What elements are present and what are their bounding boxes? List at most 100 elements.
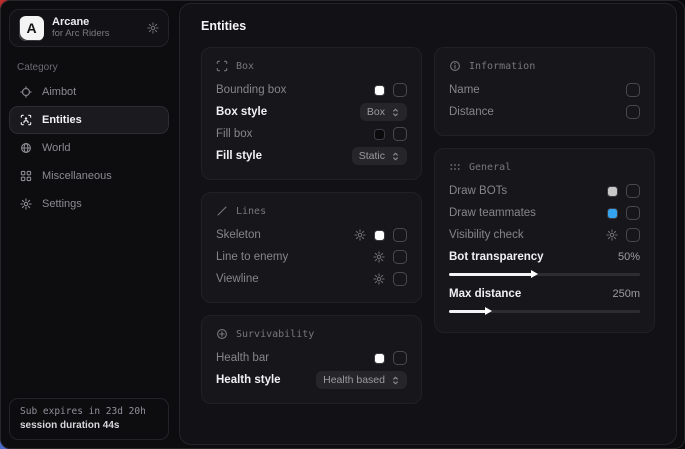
health-bar-color-swatch[interactable] — [374, 353, 385, 364]
sidebar-item-world[interactable]: World — [9, 134, 169, 162]
setting-label: Visibility check — [449, 229, 606, 241]
sidebar-item-aimbot[interactable]: Aimbot — [9, 78, 169, 106]
slider-track[interactable] — [449, 273, 640, 276]
setting-label: Draw teammates — [449, 207, 607, 219]
setting-row-bot-transparency: Bot transparency50% — [449, 246, 640, 268]
panel-header: Information — [449, 60, 640, 72]
setting-row-distance: Distance — [449, 101, 640, 123]
setting-label: Distance — [449, 106, 626, 118]
draw-bots-color-swatch[interactable] — [607, 186, 618, 197]
fill-box-checkbox[interactable] — [393, 127, 407, 141]
settings-column: Information Name Distance General Draw BOTs D… — [434, 47, 655, 404]
sidebar: A Arcane for Arc Riders Category AimbotE… — [1, 1, 177, 448]
setting-label: Fill style — [216, 150, 352, 162]
globe-icon — [20, 142, 32, 154]
row-controls: Box — [360, 103, 407, 121]
survivability-icon — [216, 328, 228, 340]
slider-handle[interactable] — [531, 270, 538, 278]
health-style-dropdown[interactable]: Health based — [316, 371, 407, 389]
brand-text: Arcane for Arc Riders — [52, 16, 110, 40]
viewline-checkbox[interactable] — [393, 272, 407, 286]
skeleton-checkbox[interactable] — [393, 228, 407, 242]
app-window: A Arcane for Arc Riders Category AimbotE… — [0, 0, 685, 449]
main-panel: Entities BoxBounding boxBox styleBoxFill… — [179, 3, 677, 445]
row-controls: Health based — [316, 371, 407, 389]
dropdown-value: Box — [367, 106, 385, 118]
bot-transparency-slider[interactable] — [449, 268, 640, 280]
setting-row-bounding-box: Bounding box — [216, 79, 407, 101]
max-distance-value: 250m — [612, 288, 640, 300]
draw-teammates-checkbox[interactable] — [626, 206, 640, 220]
sidebar-item-entities[interactable]: Entities — [9, 106, 169, 134]
settings-columns: BoxBounding boxBox styleBoxFill boxFill … — [201, 47, 655, 404]
gear-icon — [20, 198, 32, 210]
setting-row-visibility-check: Visibility check — [449, 224, 640, 246]
panel-information: Information Name Distance — [434, 47, 655, 136]
visibility-check-checkbox[interactable] — [626, 228, 640, 242]
line-to-enemy-gear-icon[interactable] — [373, 251, 385, 263]
setting-row-draw-teammates: Draw teammates — [449, 202, 640, 224]
unfold-icon — [391, 107, 400, 118]
setting-row-line-to-enemy: Line to enemy — [216, 246, 407, 268]
sidebar-item-settings[interactable]: Settings — [9, 190, 169, 218]
app-name: Arcane — [52, 16, 110, 29]
setting-label: Health style — [216, 374, 316, 386]
scan-person-icon — [20, 114, 32, 126]
panel-lines: LinesSkeletonLine to enemyViewline — [201, 192, 422, 303]
slider-handle[interactable] — [485, 307, 492, 315]
skeleton-color-swatch[interactable] — [374, 230, 385, 241]
bot-transparency-value: 50% — [618, 251, 640, 263]
panel-survivability: SurvivabilityHealth barHealth styleHealt… — [201, 315, 422, 404]
dropdown-value: Static — [359, 150, 385, 162]
skeleton-gear-icon[interactable] — [354, 229, 366, 241]
draw-bots-checkbox[interactable] — [626, 184, 640, 198]
slider-track[interactable] — [449, 310, 640, 313]
row-controls — [626, 105, 640, 119]
visibility-check-gear-icon[interactable] — [606, 229, 618, 241]
row-controls — [373, 250, 407, 264]
draw-teammates-color-swatch[interactable] — [607, 208, 618, 219]
setting-row-viewline: Viewline — [216, 268, 407, 290]
page-title: Entities — [201, 19, 655, 33]
setting-row-health-style: Health styleHealth based — [216, 369, 407, 391]
slider-fill — [449, 273, 533, 276]
panel-header: Box — [216, 60, 407, 72]
name-checkbox[interactable] — [626, 83, 640, 97]
sidebar-item-label: Aimbot — [42, 86, 76, 98]
gear-icon[interactable] — [147, 22, 159, 34]
scan-brackets-icon — [216, 60, 228, 72]
info-icon — [449, 60, 461, 72]
sidebar-item-label: World — [42, 142, 71, 154]
setting-label: Bot transparency — [449, 251, 618, 263]
bounding-box-checkbox[interactable] — [393, 83, 407, 97]
subscription-card: Sub expires in 23d 20h session duration … — [9, 398, 169, 440]
line-to-enemy-checkbox[interactable] — [393, 250, 407, 264]
setting-row-box-style: Box styleBox — [216, 101, 407, 123]
setting-row-fill-box: Fill box — [216, 123, 407, 145]
panel-header: General — [449, 161, 640, 173]
row-controls — [607, 184, 640, 198]
health-bar-checkbox[interactable] — [393, 351, 407, 365]
panel-title: General — [469, 162, 511, 173]
sidebar-nav: Aimbot Entities World Miscellaneous Settings — [9, 78, 169, 218]
fill-style-dropdown[interactable]: Static — [352, 147, 407, 165]
setting-label: Health bar — [216, 352, 374, 364]
setting-row-name: Name — [449, 79, 640, 101]
line-icon — [216, 205, 228, 217]
panel-header: Lines — [216, 205, 407, 217]
grid-icon — [20, 170, 32, 182]
sidebar-item-miscellaneous[interactable]: Miscellaneous — [9, 162, 169, 190]
box-style-dropdown[interactable]: Box — [360, 103, 407, 121]
sidebar-item-label: Settings — [42, 198, 82, 210]
app-subtitle: for Arc Riders — [52, 29, 110, 40]
viewline-gear-icon[interactable] — [373, 273, 385, 285]
setting-label: Bounding box — [216, 84, 374, 96]
unfold-icon — [391, 151, 400, 162]
distance-checkbox[interactable] — [626, 105, 640, 119]
crosshair-icon — [20, 86, 32, 98]
bounding-box-color-swatch[interactable] — [374, 85, 385, 96]
max-distance-slider[interactable] — [449, 305, 640, 317]
fill-box-color-swatch[interactable] — [374, 129, 385, 140]
setting-row-fill-style: Fill style Static — [216, 145, 407, 167]
setting-label: Draw BOTs — [449, 185, 607, 197]
